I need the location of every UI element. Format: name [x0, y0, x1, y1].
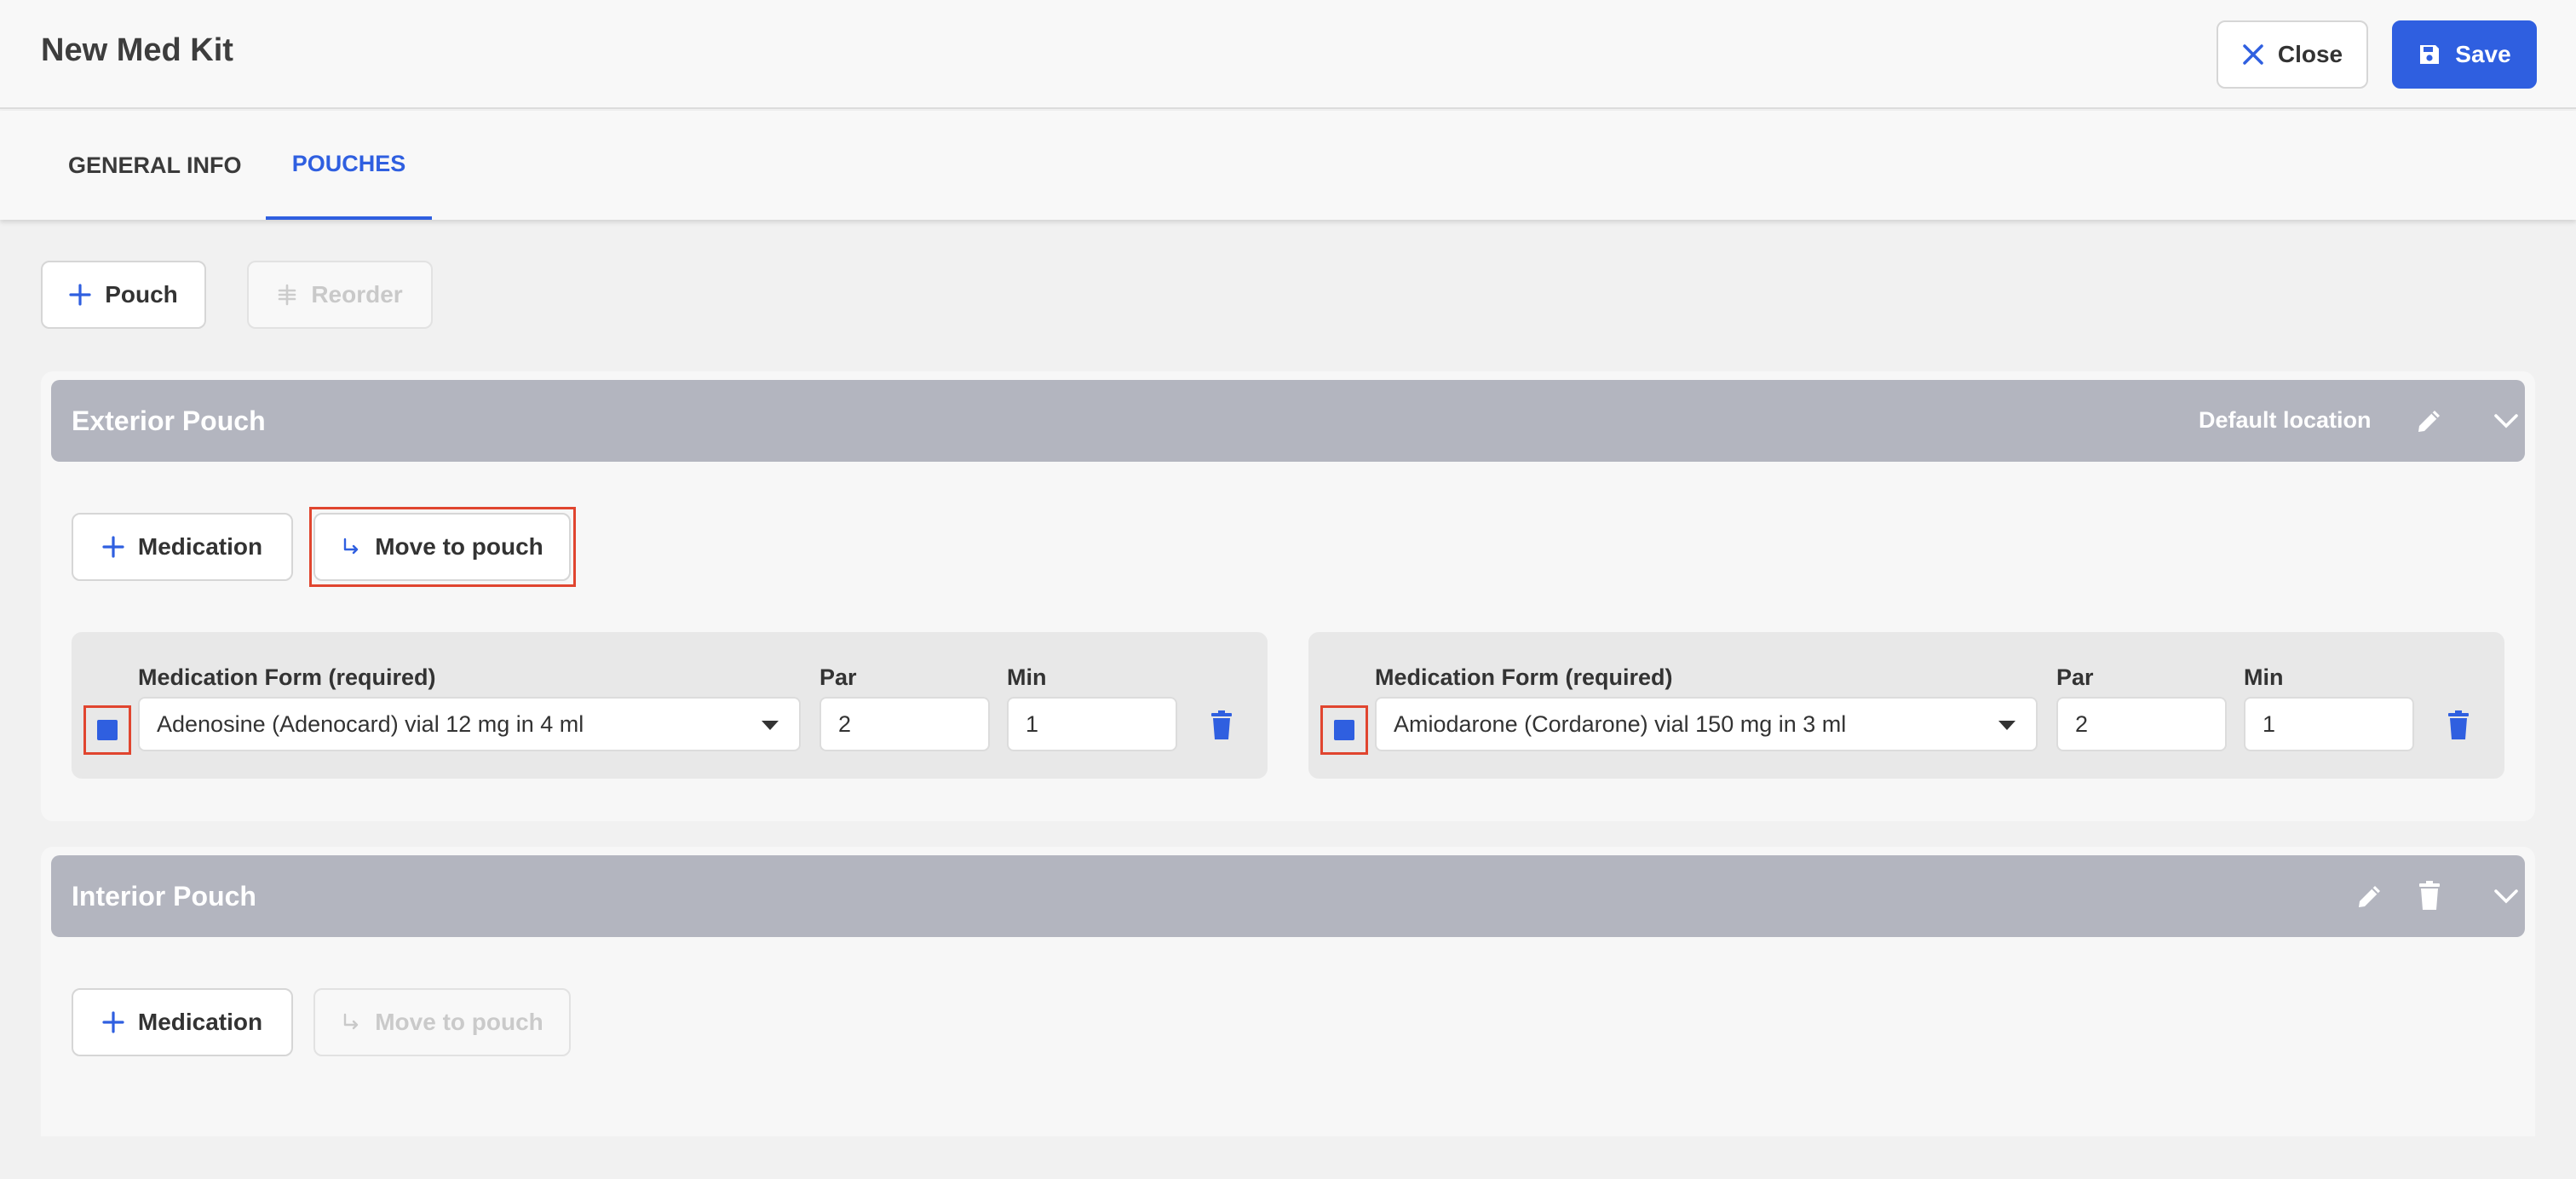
add-pouch-button[interactable]: Pouch [41, 261, 206, 329]
edit-pencil-icon[interactable] [2351, 877, 2389, 915]
par-input[interactable]: 2 [2056, 697, 2227, 751]
chevron-down-icon[interactable] [2487, 877, 2525, 915]
page-header: New Med Kit Close Save [0, 0, 2576, 109]
medication-row: Medication Form (required) Par Min Adeno… [72, 632, 1268, 779]
page-title: New Med Kit [41, 32, 233, 68]
medication-form-value: Amiodarone (Cordarone) vial 150 mg in 3 … [1394, 710, 1847, 737]
medication-form-label: Medication Form (required) [138, 664, 436, 690]
medication-form-label: Medication Form (required) [1375, 664, 1673, 690]
row-select-checkbox[interactable] [83, 705, 131, 755]
min-label: Min [2244, 664, 2284, 690]
medication-form-select[interactable]: Amiodarone (Cordarone) vial 150 mg in 3 … [1375, 697, 2038, 751]
par-input[interactable]: 2 [819, 697, 990, 751]
min-label: Min [1007, 664, 1047, 690]
chevron-down-icon[interactable] [2487, 402, 2525, 440]
trash-icon[interactable] [2411, 877, 2448, 915]
arrow-turn-down-right-icon [341, 1012, 361, 1032]
move-to-pouch-button[interactable]: Move to pouch [313, 988, 571, 1056]
par-label: Par [819, 664, 857, 690]
pouch-card-exterior: Exterior Pouch Default location Medicati… [41, 371, 2535, 821]
medication-form-value: Adenosine (Adenocard) vial 12 mg in 4 ml [157, 710, 584, 737]
min-input[interactable]: 1 [1007, 697, 1177, 751]
close-icon [2242, 43, 2264, 66]
tab-pouches[interactable]: POUCHES [266, 111, 432, 220]
plus-icon [102, 1011, 124, 1033]
pouch-card-interior: Interior Pouch Medication Move to pouch [41, 847, 2535, 1136]
dropdown-caret-icon [1998, 721, 2015, 730]
reorder-button[interactable]: Reorder [247, 261, 433, 329]
add-medication-button[interactable]: Medication [72, 988, 293, 1056]
add-medication-label: Medication [137, 1009, 263, 1035]
close-button[interactable]: Close [2217, 20, 2368, 89]
add-medication-label: Medication [137, 533, 263, 560]
row-select-checkbox[interactable] [1320, 705, 1368, 755]
floppy-disk-icon [2418, 43, 2441, 66]
par-label: Par [2056, 664, 2094, 690]
close-button-label: Close [2277, 41, 2343, 67]
move-to-pouch-label: Move to pouch [375, 533, 543, 560]
min-input[interactable]: 1 [2244, 697, 2414, 751]
trash-icon[interactable] [1210, 710, 1233, 741]
dropdown-caret-icon [762, 721, 779, 730]
pouch-title: Interior Pouch [72, 881, 256, 912]
checkbox-checked-icon [97, 720, 118, 740]
pouch-header[interactable]: Interior Pouch [51, 855, 2525, 937]
add-medication-button[interactable]: Medication [72, 513, 293, 581]
add-pouch-label: Pouch [105, 281, 178, 308]
move-to-pouch-button[interactable]: Move to pouch [313, 513, 571, 581]
reorder-icon [277, 284, 297, 306]
pouch-location: Default location [2199, 407, 2372, 433]
trash-icon[interactable] [2447, 710, 2470, 741]
pouch-header[interactable]: Exterior Pouch Default location [51, 380, 2525, 462]
medication-row: Medication Form (required) Par Min Amiod… [1308, 632, 2504, 779]
plus-icon [69, 284, 91, 306]
pouch-title: Exterior Pouch [72, 405, 266, 436]
plus-icon [102, 536, 124, 558]
checkbox-checked-icon [1334, 720, 1354, 740]
save-button-label: Save [2455, 41, 2511, 67]
tab-general-info[interactable]: GENERAL INFO [68, 111, 242, 220]
tab-bar: GENERAL INFO POUCHES [0, 111, 2576, 220]
medication-form-select[interactable]: Adenosine (Adenocard) vial 12 mg in 4 ml [138, 697, 801, 751]
move-to-pouch-label: Move to pouch [375, 1009, 543, 1035]
save-button[interactable]: Save [2392, 20, 2537, 89]
edit-pencil-icon[interactable] [2411, 402, 2448, 440]
reorder-label: Reorder [311, 281, 403, 308]
arrow-turn-down-right-icon [341, 537, 361, 557]
